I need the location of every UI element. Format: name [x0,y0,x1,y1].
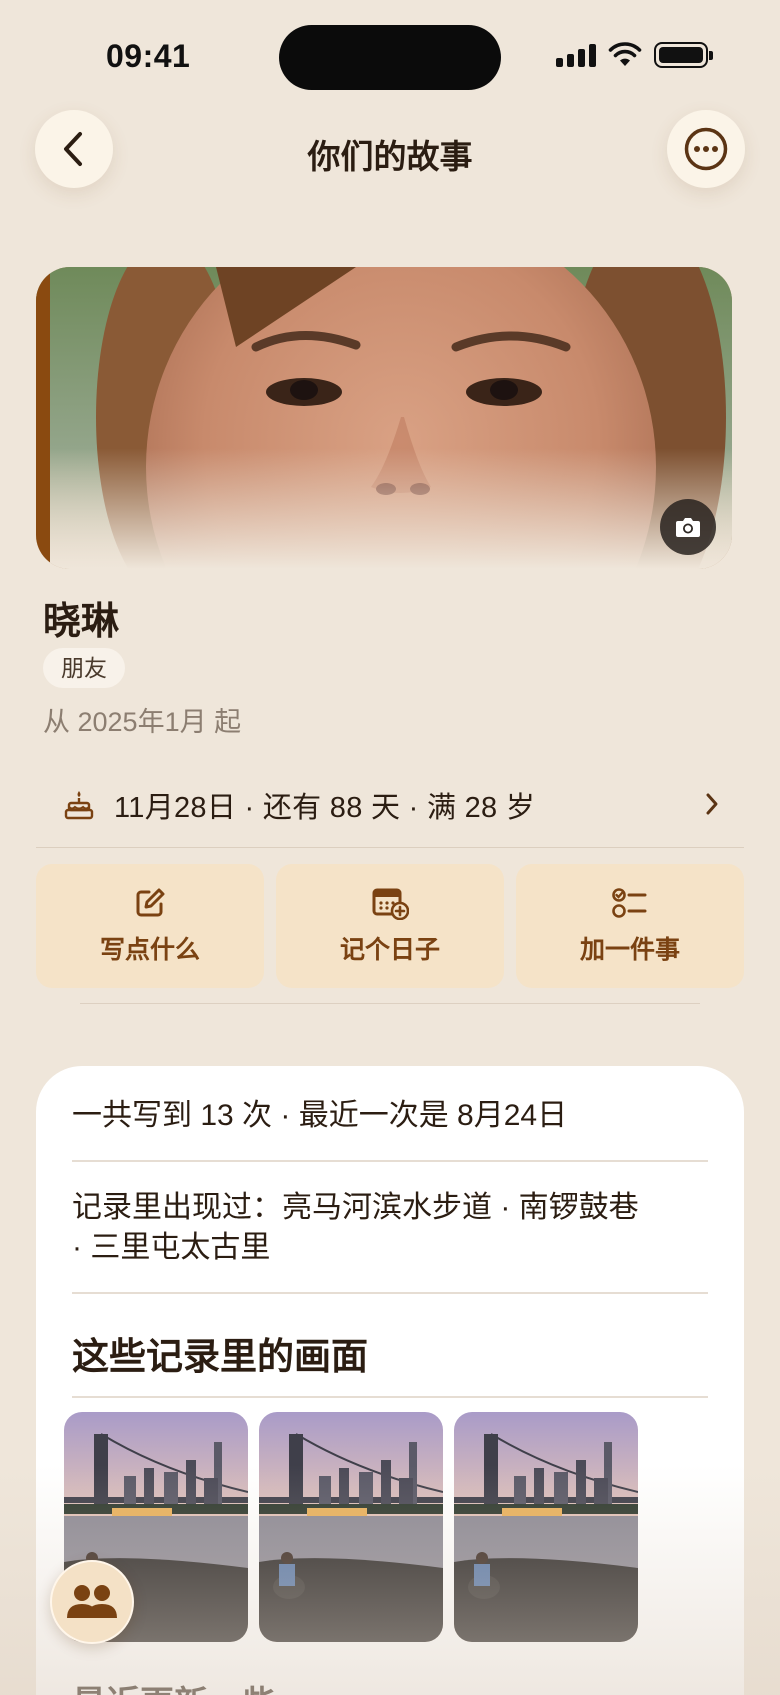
more-icon [684,127,728,171]
nav-bar: 你们的故事 [0,108,780,190]
divider [72,1396,708,1398]
action-label: 记个日子 [339,936,440,964]
city-bridge-photo [259,1412,443,1642]
contact-name: 晓琳 [43,601,120,643]
profile-cover-photo[interactable] [36,267,732,569]
edit-icon [136,888,165,917]
places-line-1: 记录里出现过：亮马河滨水步道 · 南锣鼓巷 [72,1191,639,1224]
action-label: 写点什么 [99,936,200,964]
birthday-row[interactable]: 11月28日 · 还有 88 天 · 满 28 岁 [36,762,744,848]
dynamic-island [279,25,501,90]
calendar-add-icon [372,888,409,920]
relationship-tag: 朋友 [43,648,125,688]
cellular-signal-icon [556,43,596,67]
wifi-icon [608,42,642,66]
status-icons [556,42,713,68]
status-bar: 09:41 [0,0,780,112]
birthday-summary: 11月28日 · 还有 88 天 · 满 28 岁 [114,791,536,824]
change-photo-button[interactable] [660,499,716,555]
checklist-icon [612,888,647,918]
add-date-button[interactable]: 记个日子 [276,864,504,988]
people-button[interactable] [50,1560,134,1644]
page-title: 你们的故事 [307,138,473,175]
add-task-button[interactable]: 加一件事 [516,864,744,988]
record-count-text: 一共写到 13 次 · 最近一次是 8月24日 [72,1099,568,1132]
next-section-title: 最近更新一些 [72,1676,276,1695]
city-bridge-photo [454,1412,638,1642]
divider [80,1003,700,1004]
places-line-2: · 三里屯太古里 [72,1231,271,1264]
cover-accent-edge [36,267,50,569]
photo-strip [64,1412,638,1642]
divider [72,1160,708,1162]
write-something-button[interactable]: 写点什么 [36,864,264,988]
battery-icon [654,42,713,68]
quick-actions: 写点什么 记个日子 加一件事 [36,864,744,988]
photo-thumbnail[interactable] [259,1412,443,1642]
divider [72,1292,708,1294]
people-icon [67,1585,117,1618]
status-time: 09:41 [106,38,191,74]
since-date: 从 2025年1月 起 [43,707,242,737]
cake-icon [64,790,94,819]
more-options-button[interactable] [667,110,745,188]
action-label: 加一件事 [579,936,680,964]
cover-photo-image [36,267,732,569]
photo-thumbnail[interactable] [454,1412,638,1642]
photos-section-title: 这些记录里的画面 [72,1336,368,1377]
chevron-right-icon [706,793,718,815]
camera-icon [676,518,700,537]
